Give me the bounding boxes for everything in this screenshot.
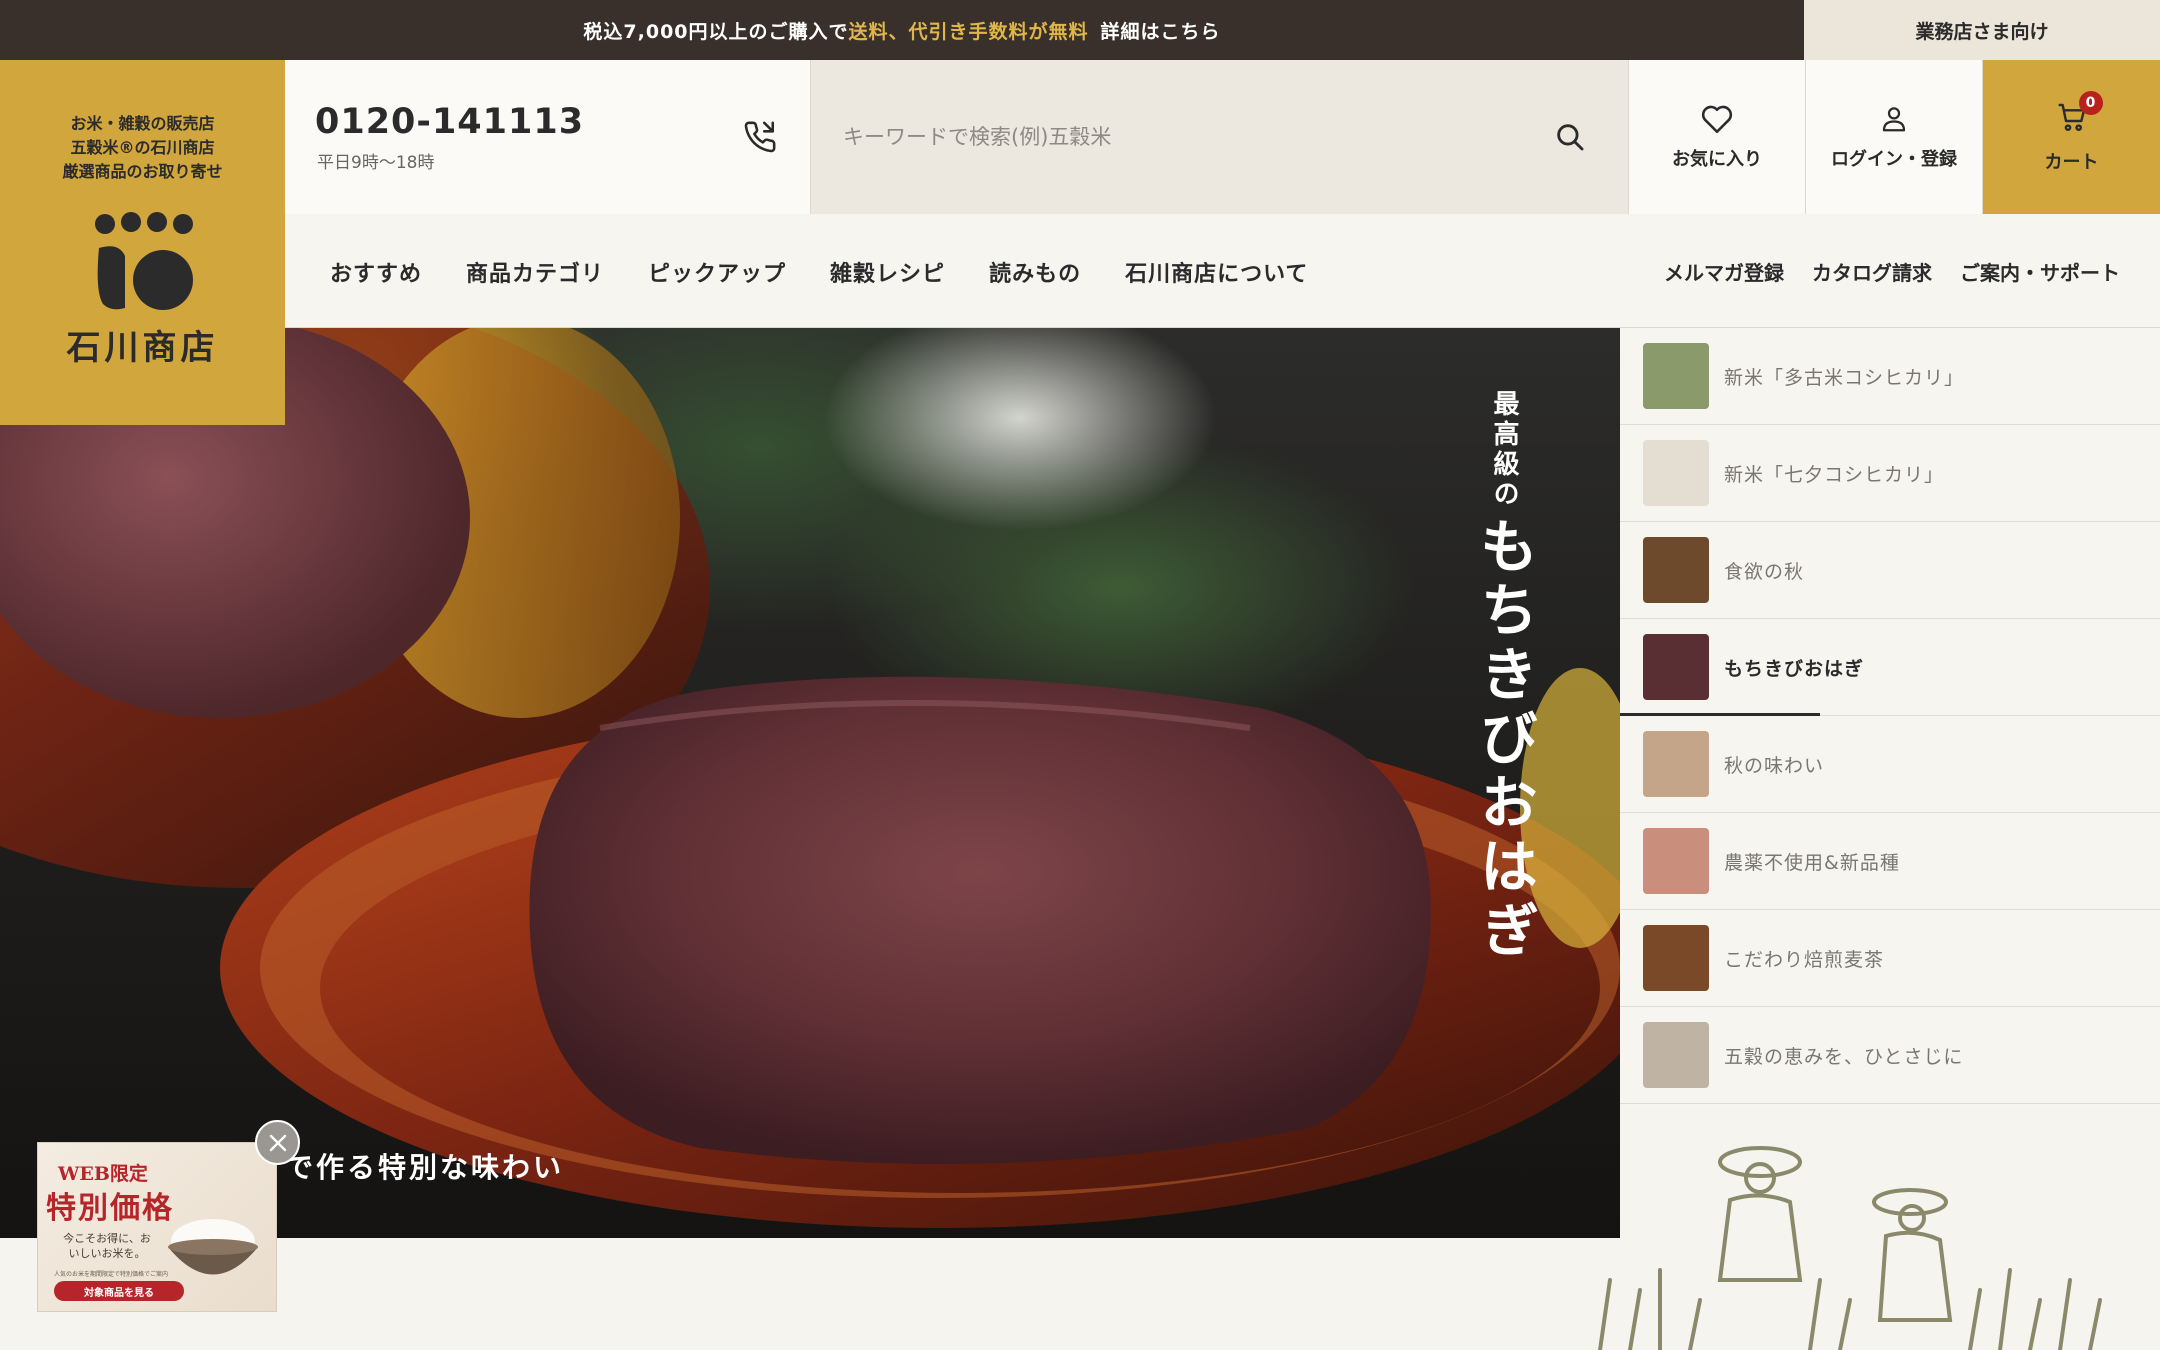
slide-item[interactable]: 食欲の秋	[1620, 522, 2160, 619]
nav-item-recommended[interactable]: おすすめ	[330, 256, 422, 288]
popup-cta-button[interactable]: 対象商品を見る	[54, 1281, 184, 1301]
logo-tagline-line: お米・雑穀の販売店	[70, 114, 215, 133]
announcement-detail-link[interactable]: 詳細はこちら	[1101, 17, 1221, 44]
hero-food-image	[0, 328, 1620, 1228]
favorites-button[interactable]: お気に入り	[1629, 60, 1806, 214]
slide-item[interactable]: 農薬不使用&新品種	[1620, 813, 2160, 910]
nav-item-about[interactable]: 石川商店について	[1125, 256, 1308, 288]
slide-title: 新米「七夕コシヒカリ」	[1724, 464, 1945, 486]
main-nav: おすすめ 商品カテゴリ ピックアップ 雑穀レシピ 読みもの 石川商店について メ…	[285, 215, 2160, 328]
slide-thumbnail	[1643, 925, 1709, 991]
slide-title: 秋の味わい	[1724, 755, 1825, 777]
slide-item[interactable]: 新米「七夕コシヒカリ」	[1620, 425, 2160, 522]
nav-item-support[interactable]: ご案内・サポート	[1960, 257, 2120, 286]
farmer-illustration	[1598, 1146, 2102, 1350]
hero-slide[interactable]: 最高級の もちきびおはぎ で作る特別な味わい	[0, 328, 1620, 1238]
logo-mark-icon	[94, 212, 193, 310]
slide-title: こだわり焙煎麦茶	[1724, 949, 1885, 971]
slide-thumbnail	[1643, 343, 1709, 409]
slide-item[interactable]: 五穀の恵みを、ひとさじに	[1620, 1007, 2160, 1104]
phone-hours: 平日9時〜18時	[317, 153, 435, 173]
popup-close-button[interactable]	[255, 1120, 300, 1165]
slide-title: 食欲の秋	[1724, 561, 1805, 583]
slide-list: 新米「多古米コシヒカリ」 新米「七夕コシヒカリ」 食欲の秋 もちきびおはぎ 秋の…	[1620, 328, 2160, 1106]
nav-item-categories[interactable]: 商品カテゴリ	[466, 256, 604, 288]
hero-caption: で作る特別な味わい	[285, 1151, 565, 1184]
announcement-prefix: 税込7,000円以上のご購入で	[583, 20, 849, 43]
popup-web-label: WEB限定	[58, 1163, 148, 1185]
slide-thumbnail	[1643, 1022, 1709, 1088]
slide-thumbnail	[1643, 440, 1709, 506]
cart-label: カート	[2044, 151, 2099, 173]
logo-tagline-line: 五穀米®の石川商店	[70, 138, 215, 157]
login-label: ログイン・登録	[1831, 149, 1957, 170]
slide-thumbnail	[1643, 828, 1709, 894]
slide-item-active[interactable]: もちきびおはぎ	[1620, 619, 2160, 716]
business-link[interactable]: 業務店さま向け	[1804, 0, 2160, 60]
slide-item[interactable]: 新米「多古米コシヒカリ」	[1620, 328, 2160, 425]
popup-price-label: 特別価格	[46, 1191, 174, 1226]
announcement-bar[interactable]: 税込7,000円以上のご購入で 送料、代引き手数料が無料 詳細はこちら	[0, 0, 1804, 60]
phone-contact[interactable]: 0120-141113 平日9時〜18時	[285, 60, 811, 214]
popup-copy: 今こそお得に、おいしいお米を。	[63, 1232, 151, 1260]
cart-button[interactable]: 0 カート	[1983, 60, 2160, 214]
phone-number: 0120-141113	[315, 102, 585, 142]
favorites-label: お気に入り	[1672, 149, 1762, 170]
slide-thumbnail	[1643, 731, 1709, 797]
slide-thumbnail	[1643, 634, 1709, 700]
slide-title: 新米「多古米コシヒカリ」	[1724, 367, 1965, 389]
logo-tagline: お米・雑穀の販売店 五穀米®の石川商店 厳選商品のお取り寄せ	[62, 112, 222, 184]
logo-tagline-line: 厳選商品のお取り寄せ	[62, 162, 223, 181]
phone-icon	[744, 121, 776, 153]
nav-item-pickup[interactable]: ピックアップ	[648, 256, 786, 288]
slide-title: 農薬不使用&新品種	[1724, 852, 1900, 874]
popup-note: 人気のお米を期間限定で特別価格でご案内	[54, 1271, 169, 1278]
slide-thumbnail	[1643, 537, 1709, 603]
nav-item-articles[interactable]: 読みもの	[989, 256, 1081, 288]
slide-title: もちきびおはぎ	[1724, 658, 1865, 680]
user-icon	[1882, 107, 1906, 132]
search-input[interactable]	[843, 112, 1523, 162]
logo-name: 石川商店	[66, 328, 219, 368]
slide-item[interactable]: こだわり焙煎麦茶	[1620, 910, 2160, 1007]
slide-item[interactable]: 秋の味わい	[1620, 716, 2160, 813]
close-icon	[269, 1134, 286, 1151]
cart-count-badge: 0	[2078, 90, 2103, 115]
nav-item-catalog[interactable]: カタログ請求	[1812, 257, 1932, 286]
nav-item-newsletter[interactable]: メルマガ登録	[1664, 257, 1784, 286]
promo-popup-banner[interactable]: WEB限定 特別価格 今こそお得に、おいしいお米を。 人気のお米を期間限定で特別…	[37, 1142, 277, 1312]
search-box	[811, 60, 1629, 214]
hero-title: もちきびおはぎ	[1470, 515, 1538, 964]
nav-item-recipes[interactable]: 雑穀レシピ	[830, 256, 945, 288]
announcement-highlight: 送料、代引き手数料が無料	[848, 20, 1089, 43]
header: 0120-141113 平日9時〜18時 お気に入り ログイン・登録	[285, 60, 2160, 214]
hero-vertical-title: 最高級の もちきびおはぎ	[1462, 390, 1546, 964]
heart-icon	[1701, 105, 1733, 134]
hero-subtitle: 最高級の	[1489, 390, 1519, 510]
logo-block[interactable]: お米・雑穀の販売店 五穀米®の石川商店 厳選商品のお取り寄せ 石川商店	[0, 60, 285, 425]
slide-title: 五穀の恵みを、ひとさじに	[1724, 1046, 1964, 1068]
login-button[interactable]: ログイン・登録	[1806, 60, 1983, 214]
search-icon[interactable]	[1553, 120, 1587, 154]
